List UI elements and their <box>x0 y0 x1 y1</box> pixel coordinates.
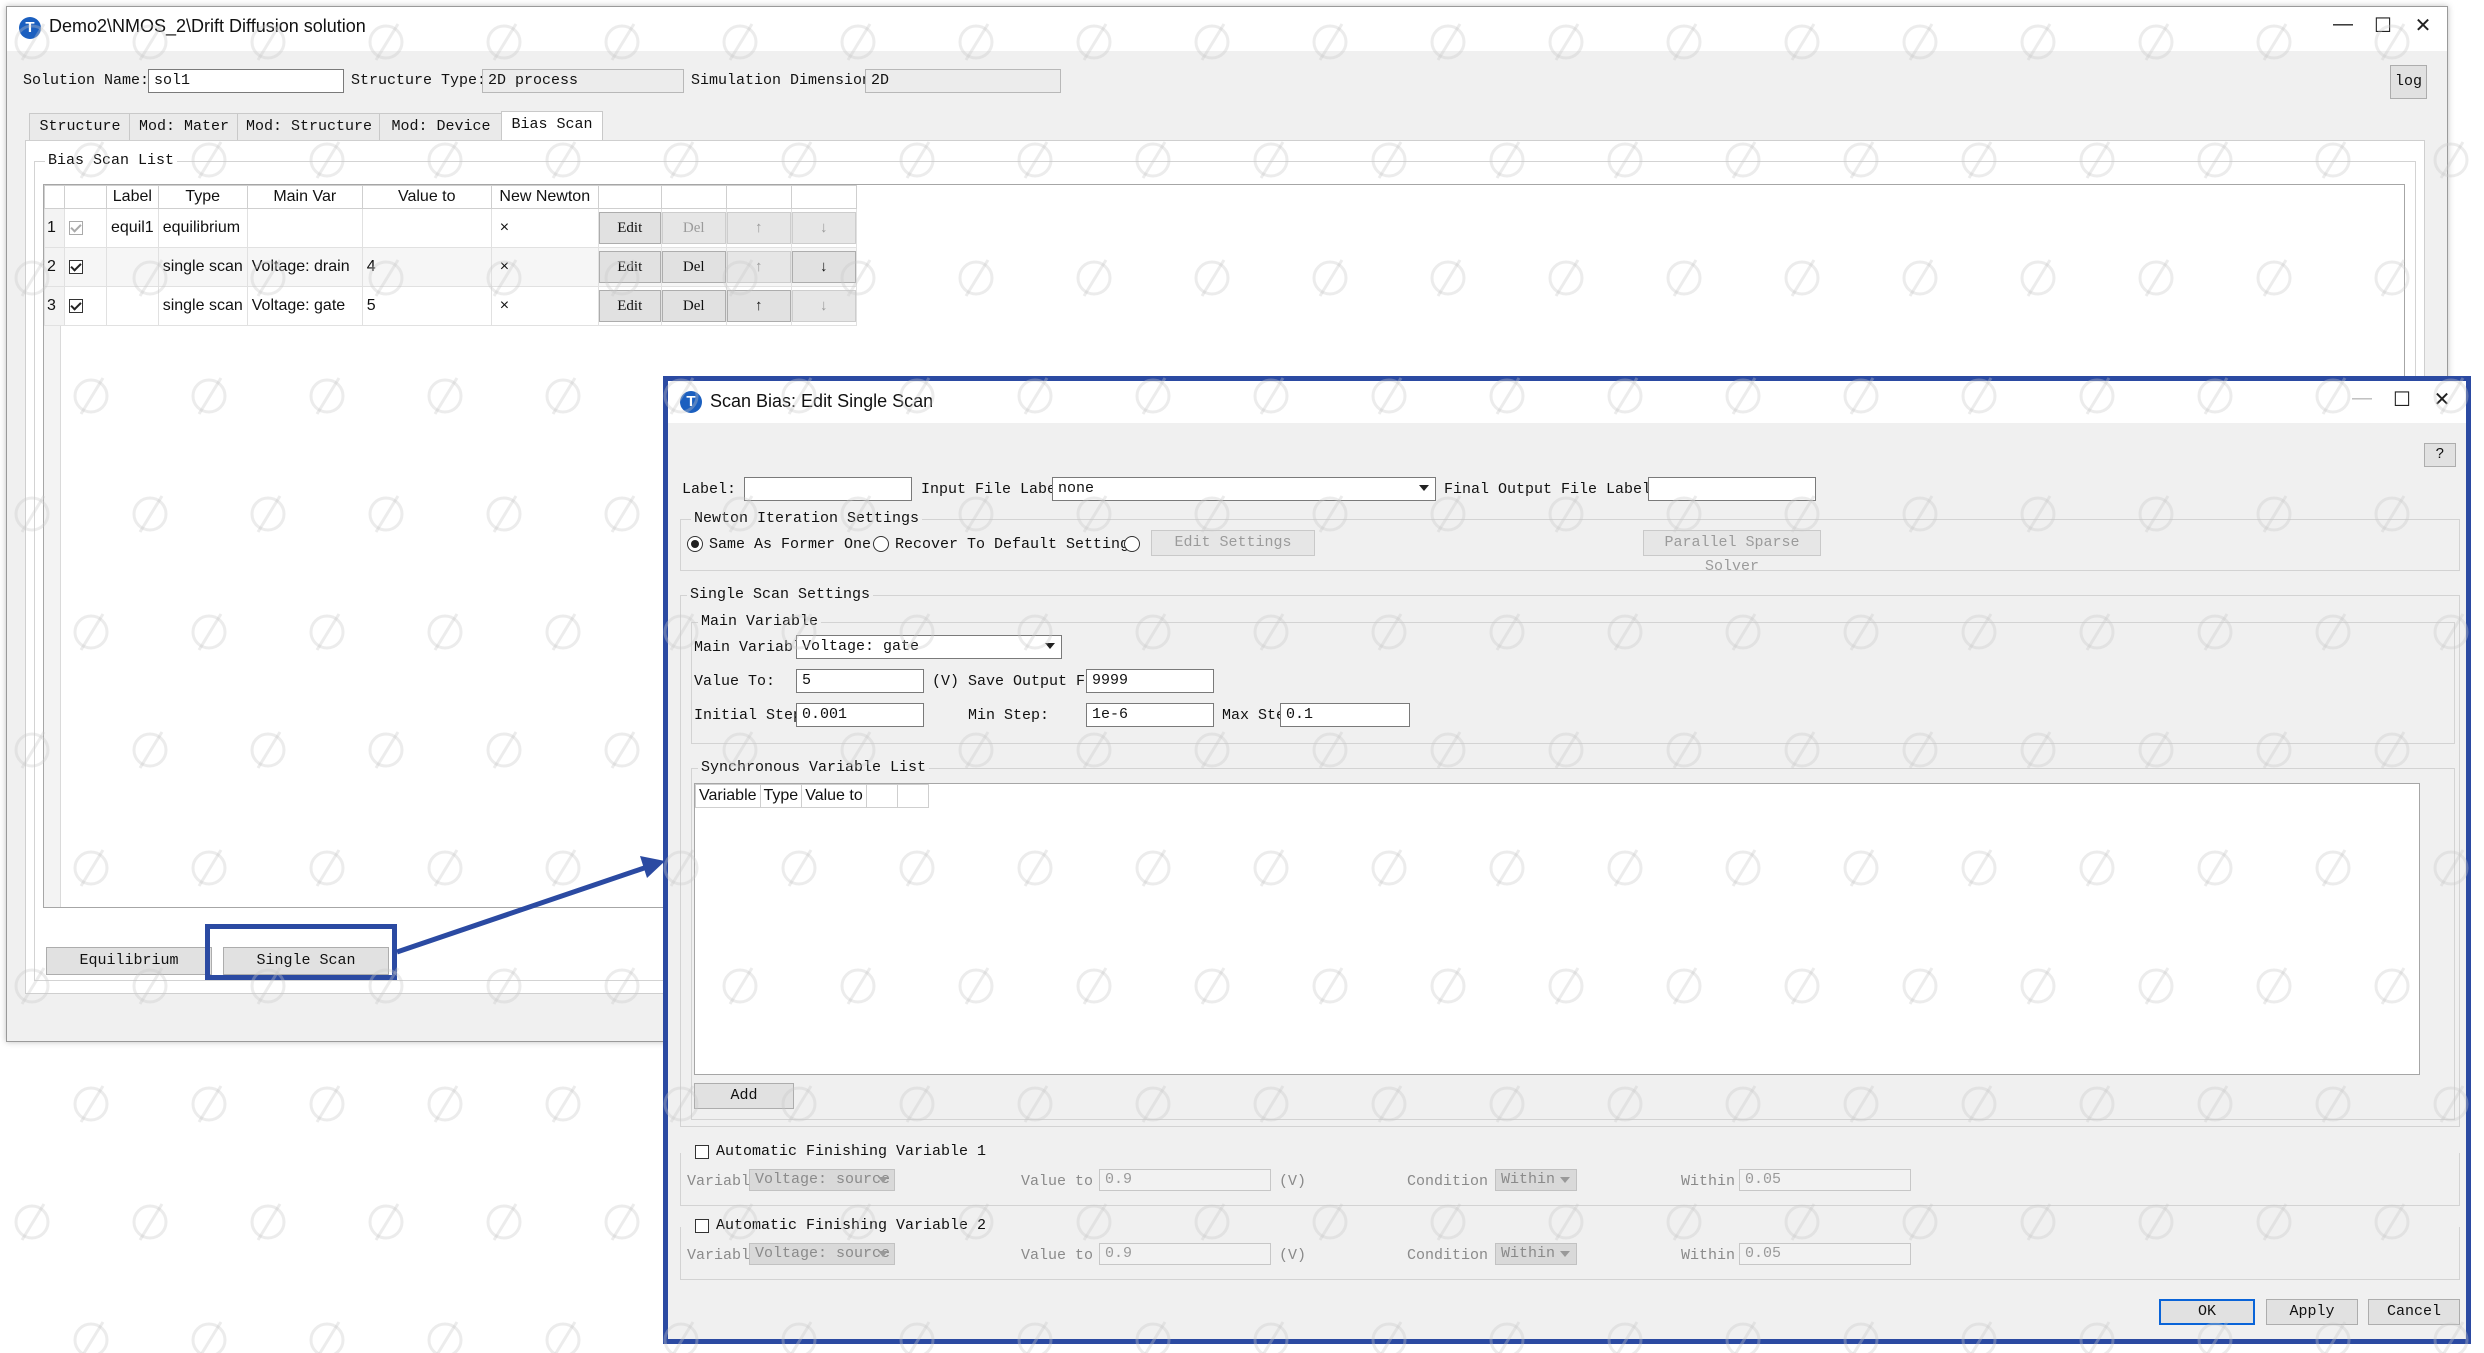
radio-same-former-label: Same As Former One <box>709 536 872 553</box>
dialog-title: Scan Bias: Edit Single Scan <box>710 391 934 411</box>
value-to-input[interactable]: 5 <box>796 669 924 693</box>
sync-variable-table-area: Variable Type Value to <box>694 783 2420 1075</box>
chevron-down-icon <box>1045 643 1055 649</box>
maximize-icon[interactable]: ☐ <box>2382 387 2422 417</box>
main-variable-name-value: Voltage: gate <box>802 638 920 655</box>
input-file-value: none <box>1058 480 1095 497</box>
chevron-down-icon <box>1560 1251 1570 1257</box>
auto-finish-2-within-label: Within <box>1681 1247 1736 1264</box>
cancel-button[interactable]: Cancel <box>2368 1299 2460 1325</box>
chevron-down-icon <box>1419 485 1429 491</box>
help-button[interactable]: ? <box>2424 443 2456 467</box>
auto-finish-1-label: Automatic Finishing Variable 1 <box>713 1143 990 1160</box>
auto-finish-1-value-to-label: Value to <box>1021 1173 1094 1190</box>
auto-finish-1-within-input[interactable]: 0.05 <box>1739 1169 1911 1191</box>
sync-col-value-to[interactable]: Value to <box>801 784 867 808</box>
ok-button[interactable]: OK <box>2159 1299 2255 1325</box>
auto-finish-2-value-to-label: Value to <box>1021 1247 1094 1264</box>
dialog-app-icon: T <box>680 391 702 413</box>
callout-arrow-head <box>640 856 665 878</box>
save-output-step-input[interactable]: 9999 <box>1086 669 1214 693</box>
main-variable-group: Main Variable Main Variable Name: Voltag… <box>691 613 2455 744</box>
auto-finish-1-condition-value: Within <box>1501 1171 1556 1188</box>
input-file-label: Input File Label <box>921 481 1066 498</box>
auto-finish-2-condition-combo[interactable]: Within <box>1495 1243 1577 1265</box>
auto-finish-2-condition-value: Within <box>1501 1245 1556 1262</box>
initial-step-label: Initial Step: <box>694 707 812 724</box>
initial-step-input[interactable]: 0.001 <box>796 703 924 727</box>
close-icon[interactable]: ✕ <box>2422 387 2462 417</box>
single-scan-settings-title: Single Scan Settings <box>687 586 874 603</box>
sync-variable-title: Synchronous Variable List <box>698 759 930 776</box>
add-button[interactable]: Add <box>694 1083 794 1109</box>
auto-finish-1-variable-combo[interactable]: Voltage: source <box>749 1169 895 1191</box>
auto-finish-1-within-label: Within <box>1681 1173 1736 1190</box>
radio-recover-default[interactable] <box>873 536 889 552</box>
single-scan-settings-group: Single Scan Settings Main Variable Main … <box>680 586 2460 1127</box>
auto-finish-1-variable-value: Voltage: source <box>755 1171 891 1188</box>
apply-button[interactable]: Apply <box>2266 1299 2358 1325</box>
auto-finish-1-condition-label: Condition <box>1407 1173 1489 1190</box>
auto-finish-2-unit: (V) <box>1279 1247 1307 1264</box>
chevron-down-icon <box>1560 1177 1570 1183</box>
auto-finish-1-checkbox[interactable] <box>695 1145 709 1159</box>
parallel-sparse-solver-button[interactable]: Parallel Sparse Solver <box>1643 530 1821 575</box>
sync-col-variable[interactable]: Variable <box>695 784 761 808</box>
main-variable-title: Main Variable <box>698 613 822 630</box>
value-to-unit: (V) <box>932 673 960 690</box>
auto-finish-1-group: Automatic Finishing Variable 1 Variable … <box>680 1143 2460 1206</box>
sync-variable-group: Synchronous Variable List Variable Type … <box>691 759 2455 1120</box>
min-step-input[interactable]: 1e-6 <box>1086 703 1214 727</box>
sync-col-blank-1 <box>865 784 898 808</box>
radio-same-former[interactable] <box>687 536 703 552</box>
final-output-label: Final Output File Label: <box>1444 481 1661 498</box>
auto-finish-2-label: Automatic Finishing Variable 2 <box>713 1217 990 1234</box>
sync-col-blank-2 <box>896 784 929 808</box>
dialog-titlebar[interactable]: T Scan Bias: Edit Single Scan — ☐ ✕ <box>668 381 2466 423</box>
auto-finish-1-unit: (V) <box>1279 1173 1307 1190</box>
auto-finish-2-group: Automatic Finishing Variable 2 Variable … <box>680 1217 2460 1280</box>
max-step-input[interactable]: 0.1 <box>1280 703 1410 727</box>
newton-group: Newton Iteration Settings Same As Former… <box>680 510 2460 575</box>
radio-custom[interactable] <box>1124 536 1140 552</box>
final-output-input[interactable] <box>1648 477 1816 501</box>
main-variable-name-combo[interactable]: Voltage: gate <box>796 635 1062 659</box>
auto-finish-2-value-to-input[interactable]: 0.9 <box>1099 1243 1271 1265</box>
auto-finish-2-checkbox[interactable] <box>695 1219 709 1233</box>
edit-single-scan-dialog: T Scan Bias: Edit Single Scan — ☐ ✕ ? La… <box>663 376 2471 1344</box>
chevron-down-icon <box>878 1251 888 1257</box>
edit-settings-button[interactable]: Edit Settings <box>1151 530 1315 556</box>
sync-variable-table: Variable Type Value to <box>695 784 929 808</box>
auto-finish-2-condition-label: Condition <box>1407 1247 1489 1264</box>
callout-arrow-line <box>396 863 651 955</box>
label-label: Label: <box>682 481 737 498</box>
min-step-label: Min Step: <box>968 707 1050 724</box>
chevron-down-icon <box>878 1177 888 1183</box>
auto-finish-2-variable-value: Voltage: source <box>755 1245 891 1262</box>
auto-finish-2-within-input[interactable]: 0.05 <box>1739 1243 1911 1265</box>
minimize-icon[interactable]: — <box>2342 387 2382 417</box>
input-file-combo[interactable]: none <box>1052 477 1436 501</box>
newton-group-title: Newton Iteration Settings <box>691 510 923 527</box>
sync-col-type[interactable]: Type <box>759 784 803 808</box>
label-input[interactable] <box>744 477 912 501</box>
sync-header-row: Variable Type Value to <box>695 784 929 808</box>
value-to-label: Value To: <box>694 673 776 690</box>
auto-finish-1-value-to-input[interactable]: 0.9 <box>1099 1169 1271 1191</box>
radio-recover-default-label: Recover To Default Settings <box>895 536 1139 553</box>
auto-finish-2-variable-combo[interactable]: Voltage: source <box>749 1243 895 1265</box>
auto-finish-1-condition-combo[interactable]: Within <box>1495 1169 1577 1191</box>
